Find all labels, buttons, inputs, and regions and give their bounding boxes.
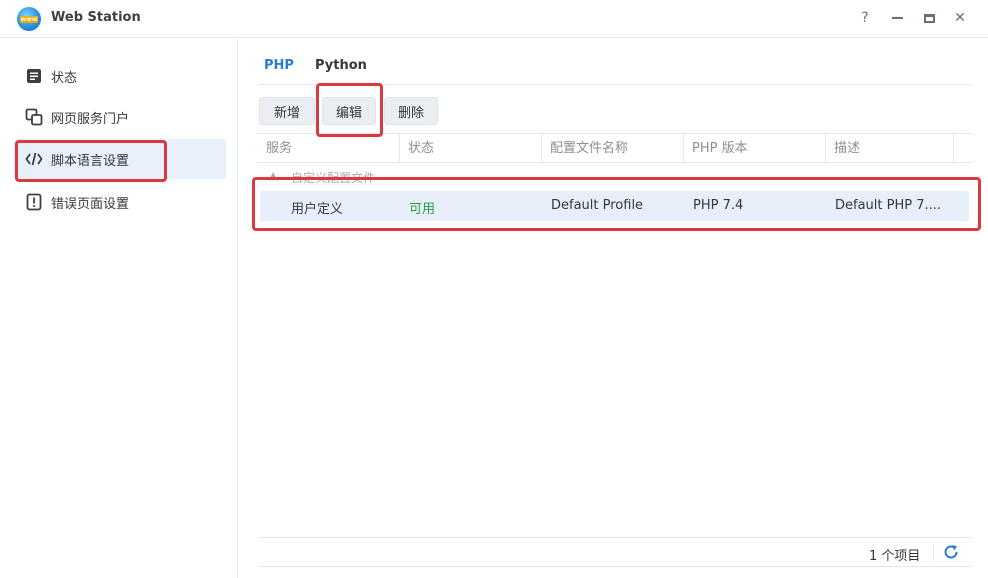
column-header-status[interactable]: 状态	[400, 134, 542, 163]
footer-divider	[933, 545, 934, 561]
column-header-php-version[interactable]: PHP 版本	[684, 134, 826, 163]
web-portal-icon	[25, 108, 43, 126]
column-header-service[interactable]: 服务	[258, 134, 400, 163]
item-count: 1 个项目	[869, 549, 921, 564]
status-list-icon	[25, 67, 43, 85]
tab-python[interactable]: Python	[315, 58, 367, 73]
group-caret-icon[interactable]: ▲	[270, 170, 276, 179]
maximize-button[interactable]	[920, 9, 938, 27]
group-label: 自定义配置文件	[291, 171, 376, 185]
profile-table: 服务 状态 配置文件名称 PHP 版本 描述	[258, 133, 972, 163]
add-button[interactable]: 新增	[259, 97, 315, 125]
web-station-logo-icon: www	[17, 7, 41, 31]
error-page-icon	[25, 193, 43, 211]
column-header-profile-name[interactable]: 配置文件名称	[542, 134, 684, 163]
cell-php-version: PHP 7.4	[693, 198, 744, 213]
title-bar: www Web Station ? ✕	[0, 0, 988, 38]
cell-service: 用户定义	[291, 202, 344, 217]
help-icon: ?	[861, 10, 869, 26]
sidebar-item-script-language[interactable]: 脚本语言设置	[14, 139, 226, 179]
cell-status: 可用	[409, 202, 436, 217]
cell-description: Default PHP 7....	[835, 198, 942, 213]
sidebar-item-error-page[interactable]: 错误页面设置	[14, 182, 226, 222]
minimize-button[interactable]	[888, 9, 906, 27]
table-footer: 1 个项目	[258, 537, 972, 567]
edit-button[interactable]: 编辑	[322, 97, 376, 125]
tab-bar: PHP Python	[258, 50, 972, 85]
sidebar: 状态 网页服务门户 脚本语言设置 错误页面设置	[0, 39, 238, 578]
sidebar-item-label: 网页服务门户	[51, 111, 130, 127]
minimize-icon	[891, 17, 903, 19]
code-icon	[25, 150, 43, 168]
sidebar-item-label: 脚本语言设置	[51, 153, 130, 169]
help-button[interactable]: ?	[856, 9, 874, 27]
delete-button[interactable]: 删除	[384, 97, 438, 125]
cell-profile-name: Default Profile	[551, 198, 644, 213]
sidebar-item-status[interactable]: 状态	[14, 56, 226, 96]
sidebar-item-label: 错误页面设置	[51, 196, 130, 212]
window-title: Web Station	[51, 10, 141, 25]
close-icon: ✕	[954, 10, 966, 26]
close-button[interactable]: ✕	[951, 9, 969, 27]
sidebar-item-web-portal[interactable]: 网页服务门户	[14, 97, 226, 137]
column-header-description[interactable]: 描述	[826, 134, 954, 163]
logo-text: www	[19, 15, 39, 23]
table-header: 服务 状态 配置文件名称 PHP 版本 描述	[258, 133, 972, 163]
tab-php[interactable]: PHP	[264, 58, 294, 73]
refresh-icon[interactable]	[942, 543, 960, 561]
table-row[interactable]: 用户定义 可用 Default Profile PHP 7.4 Default …	[260, 191, 969, 221]
maximize-icon	[923, 13, 935, 23]
sidebar-item-label: 状态	[51, 70, 78, 86]
